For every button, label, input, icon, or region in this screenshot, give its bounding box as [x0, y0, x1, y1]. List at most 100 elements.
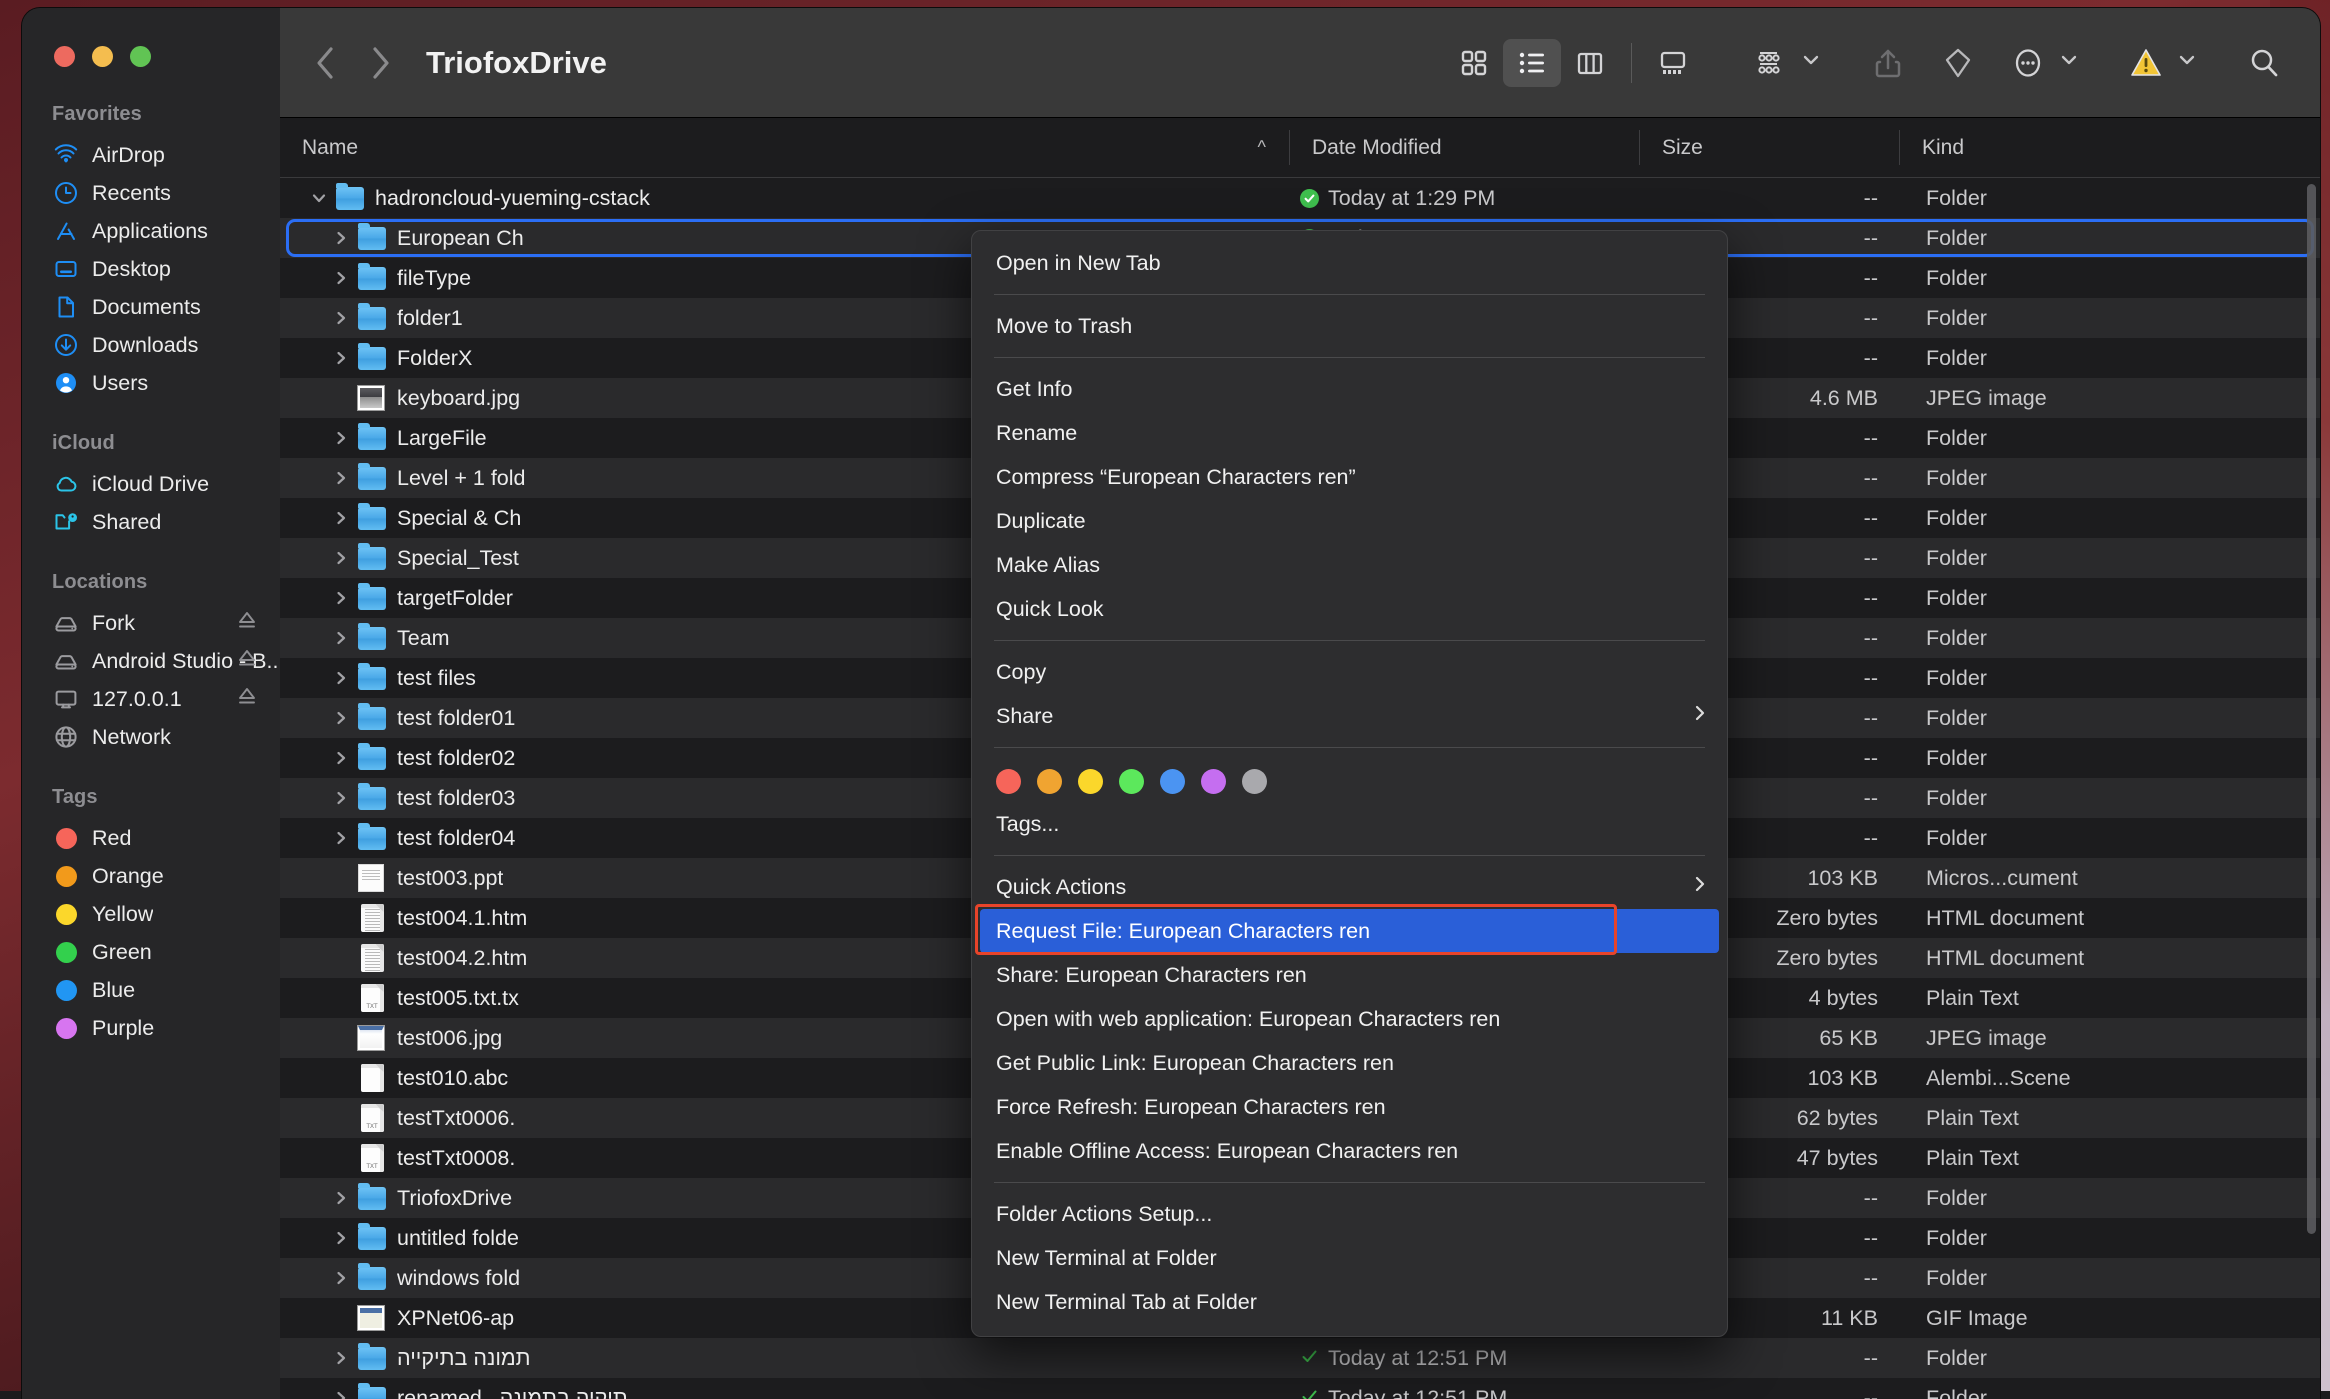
menu-item-new-terminal-at-folder[interactable]: New Terminal at Folder — [972, 1236, 1727, 1280]
column-header-date-modified[interactable]: Date Modified — [1290, 118, 1640, 177]
cell-name[interactable]: hadroncloud-yueming-cstack — [280, 184, 1290, 212]
sidebar-item-recents[interactable]: Recents — [22, 174, 280, 212]
menu-item-quick-look[interactable]: Quick Look — [972, 587, 1727, 631]
forward-button[interactable] — [358, 40, 404, 86]
disclosure-triangle-icon[interactable] — [324, 1349, 358, 1367]
alert-status-button[interactable] — [2118, 39, 2196, 87]
sidebar-item-purple[interactable]: Purple — [22, 1009, 280, 1047]
sidebar-item-network[interactable]: Network — [22, 718, 280, 756]
share-button[interactable] — [1860, 39, 1916, 87]
disclosure-triangle-icon[interactable] — [324, 1269, 358, 1287]
disclosure-triangle-icon[interactable] — [324, 349, 358, 367]
column-header-name[interactable]: Name ^ — [280, 118, 1290, 177]
menu-item-share-european-characters-ren[interactable]: Share: European Characters ren — [972, 953, 1727, 997]
sidebar-item-orange[interactable]: Orange — [22, 857, 280, 895]
icon-view-button[interactable] — [1445, 39, 1503, 87]
disclosure-triangle-icon[interactable] — [324, 269, 358, 287]
menu-item-folder-actions-setup[interactable]: Folder Actions Setup... — [972, 1192, 1727, 1236]
sidebar-item-127-0-0-1[interactable]: 127.0.0.1 — [22, 680, 280, 718]
more-actions-button[interactable] — [2000, 39, 2078, 87]
eject-icon[interactable] — [236, 609, 258, 637]
sidebar-item-desktop[interactable]: Desktop — [22, 250, 280, 288]
menu-item-make-alias[interactable]: Make Alias — [972, 543, 1727, 587]
disclosure-triangle-icon[interactable] — [324, 589, 358, 607]
menu-item-open-with-web-application-european-characters-ren[interactable]: Open with web application: European Char… — [972, 997, 1727, 1041]
gallery-view-button[interactable] — [1644, 39, 1702, 87]
menu-item-quick-actions[interactable]: Quick Actions — [972, 865, 1727, 909]
table-row[interactable]: תמונה בתיקייהToday at 12:51 PM--Folder — [280, 1338, 2320, 1378]
zoom-button[interactable] — [130, 46, 151, 67]
disclosure-triangle-icon[interactable] — [324, 429, 358, 447]
menu-item-move-to-trash[interactable]: Move to Trash — [972, 304, 1727, 348]
menu-item-compress-european-characters-ren[interactable]: Compress “European Characters ren” — [972, 455, 1727, 499]
disclosure-triangle-icon[interactable] — [324, 789, 358, 807]
menu-item-tags[interactable]: Tags... — [972, 802, 1727, 846]
disclosure-triangle-icon[interactable] — [324, 669, 358, 687]
disclosure-triangle-icon[interactable] — [324, 629, 358, 647]
menu-item-open-in-new-tab[interactable]: Open in New Tab — [972, 241, 1727, 285]
sidebar-item-blue[interactable]: Blue — [22, 971, 280, 1009]
disclosure-triangle-icon[interactable] — [324, 709, 358, 727]
minimize-button[interactable] — [92, 46, 113, 67]
sidebar-item-airdrop[interactable]: AirDrop — [22, 136, 280, 174]
menu-item-force-refresh-european-characters-ren[interactable]: Force Refresh: European Characters ren — [972, 1085, 1727, 1129]
sidebar-item-yellow[interactable]: Yellow — [22, 895, 280, 933]
list-view-button[interactable] — [1503, 39, 1561, 87]
menu-item-get-public-link-european-characters-ren[interactable]: Get Public Link: European Characters ren — [972, 1041, 1727, 1085]
column-header-kind[interactable]: Kind — [1900, 118, 2320, 177]
tag-swatch[interactable] — [1242, 769, 1267, 794]
vertical-scrollbar[interactable] — [2307, 184, 2316, 1234]
image-window-icon — [358, 1024, 386, 1052]
menu-item-share[interactable]: Share — [972, 694, 1727, 738]
disclosure-triangle-icon[interactable] — [324, 1189, 358, 1207]
sidebar-item-documents[interactable]: Documents — [22, 288, 280, 326]
disclosure-triangle-icon[interactable] — [324, 549, 358, 567]
disclosure-triangle-icon[interactable] — [324, 749, 358, 767]
cell-name[interactable]: תמונה בתיקייה — [280, 1344, 1290, 1372]
close-button[interactable] — [54, 46, 75, 67]
menu-item-copy[interactable]: Copy — [972, 650, 1727, 694]
tags-button[interactable] — [1930, 39, 1986, 87]
file-name-label: Team — [397, 626, 450, 651]
tag-swatch[interactable] — [996, 769, 1021, 794]
menu-item-duplicate[interactable]: Duplicate — [972, 499, 1727, 543]
cell-name[interactable]: renamed_ תיקיה בתמונה — [280, 1384, 1290, 1399]
tag-swatch[interactable] — [1160, 769, 1185, 794]
menu-item-get-info[interactable]: Get Info — [972, 367, 1727, 411]
sidebar-item-users[interactable]: Users — [22, 364, 280, 402]
eject-icon[interactable] — [236, 647, 258, 675]
disclosure-triangle-icon[interactable] — [324, 829, 358, 847]
disclosure-triangle-icon[interactable] — [302, 189, 336, 207]
disclosure-triangle-icon[interactable] — [324, 469, 358, 487]
menu-item-enable-offline-access-european-characters-ren[interactable]: Enable Offline Access: European Characte… — [972, 1129, 1727, 1173]
column-view-button[interactable] — [1561, 39, 1619, 87]
sidebar-item-green[interactable]: Green — [22, 933, 280, 971]
disclosure-triangle-icon[interactable] — [324, 229, 358, 247]
back-button[interactable] — [302, 40, 348, 86]
table-row[interactable]: renamed_ תיקיה בתמונהToday at 12:51 PM--… — [280, 1378, 2320, 1399]
sidebar-item-downloads[interactable]: Downloads — [22, 326, 280, 364]
disclosure-triangle-icon[interactable] — [324, 1229, 358, 1247]
sidebar-item-android-studio-b[interactable]: Android Studio - B... — [22, 642, 280, 680]
file-name-label: keyboard.jpg — [397, 386, 520, 411]
sidebar-item-red[interactable]: Red — [22, 819, 280, 857]
sidebar-item-applications[interactable]: Applications — [22, 212, 280, 250]
disclosure-triangle-icon[interactable] — [324, 309, 358, 327]
search-button[interactable] — [2236, 39, 2292, 87]
context-menu[interactable]: Open in New Tab Move to Trash Get InfoRena… — [971, 230, 1728, 1337]
table-row[interactable]: hadroncloud-yueming-cstackToday at 1:29 … — [280, 178, 2320, 218]
group-by-button[interactable] — [1742, 39, 1820, 87]
sidebar-item-icloud-drive[interactable]: iCloud Drive — [22, 465, 280, 503]
sidebar-item-shared[interactable]: Shared — [22, 503, 280, 541]
tag-swatch[interactable] — [1119, 769, 1144, 794]
menu-item-rename[interactable]: Rename — [972, 411, 1727, 455]
disclosure-triangle-icon[interactable] — [324, 509, 358, 527]
tag-swatch[interactable] — [1078, 769, 1103, 794]
menu-item-request-file-european-characters-ren[interactable]: Request File: European Characters ren — [980, 909, 1719, 953]
menu-item-new-terminal-tab-at-folder[interactable]: New Terminal Tab at Folder — [972, 1280, 1727, 1324]
column-header-size[interactable]: Size — [1640, 118, 1900, 177]
tag-swatch[interactable] — [1037, 769, 1062, 794]
tag-swatch[interactable] — [1201, 769, 1226, 794]
sidebar-item-fork[interactable]: Fork — [22, 604, 280, 642]
eject-icon[interactable] — [236, 685, 258, 713]
